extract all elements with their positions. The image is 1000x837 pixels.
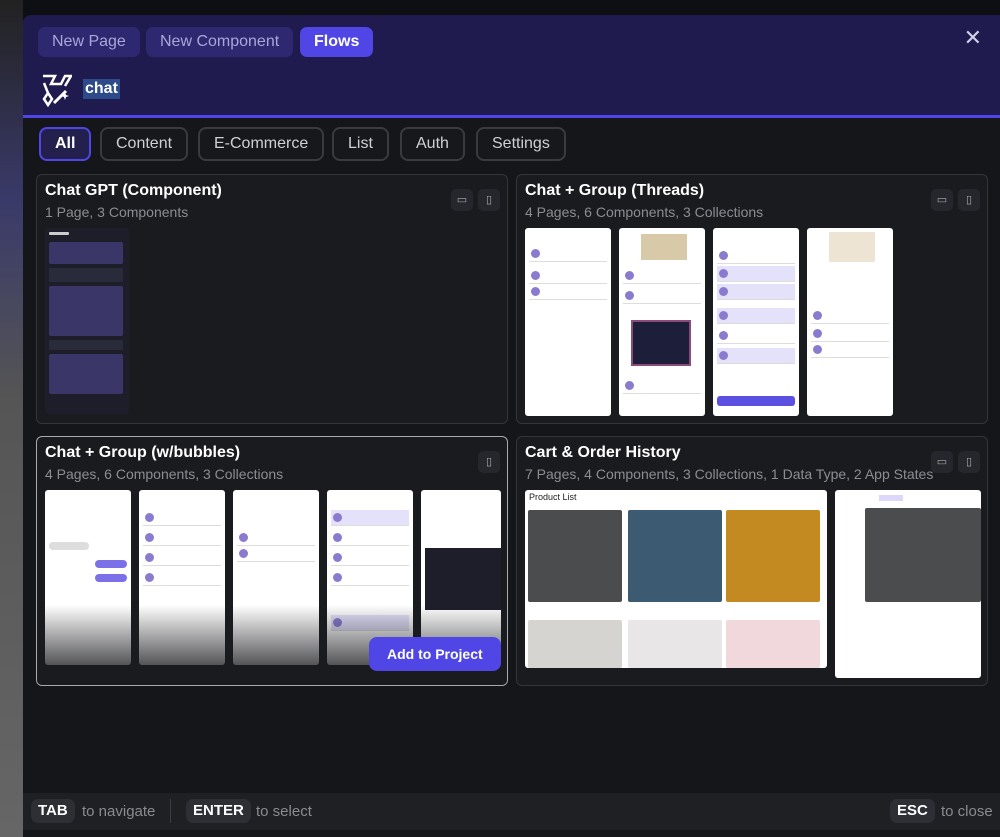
card-subtitle: 4 Pages, 6 Components, 3 Collections [45, 466, 284, 482]
card-title: Cart & Order History [525, 444, 681, 461]
flows-magic-icon [42, 74, 72, 107]
mobile-icon[interactable]: ▯ [478, 451, 500, 473]
card-title: Chat + Group (w/bubbles) [45, 444, 241, 461]
tab-key: TAB [31, 799, 75, 823]
card-title: Chat GPT (Component) [45, 182, 222, 199]
background-app [0, 0, 23, 837]
flow-card[interactable]: Cart & Order History 7 Pages, 4 Componen… [516, 436, 988, 686]
modal-header: New Page New Component Flows ✕ chat [23, 15, 1000, 118]
desktop-icon[interactable]: ▭ [451, 189, 473, 211]
tab-new-component[interactable]: New Component [146, 27, 294, 57]
preview-thumbnail [619, 228, 705, 416]
tab-hint: to navigate [82, 803, 156, 820]
flow-card[interactable]: Chat + Group (w/bubbles) 4 Pages, 6 Comp… [36, 436, 508, 686]
flow-card[interactable]: Chat + Group (Threads) 4 Pages, 6 Compon… [516, 174, 988, 424]
filter-content[interactable]: Content [100, 127, 189, 161]
keyboard-hints-bar: TAB to navigate ENTER to select ESC to c… [23, 793, 1000, 830]
preview-thumbnail [807, 228, 893, 416]
mobile-icon[interactable]: ▯ [958, 189, 980, 211]
card-title: Chat + Group (Threads) [525, 182, 705, 199]
enter-key: ENTER [186, 799, 251, 823]
filter-e-commerce[interactable]: E-Commerce [198, 127, 325, 161]
card-subtitle: 4 Pages, 6 Components, 3 Collections [525, 204, 764, 220]
filter-settings[interactable]: Settings [476, 127, 566, 161]
card-subtitle: 7 Pages, 4 Components, 3 Collections, 1 … [525, 466, 934, 482]
preview-title: Product List [529, 492, 577, 502]
close-icon[interactable]: ✕ [964, 25, 982, 51]
esc-key: ESC [890, 799, 935, 823]
mobile-icon[interactable]: ▯ [958, 451, 980, 473]
filter-all[interactable]: All [39, 127, 92, 161]
preview-thumbnail [525, 228, 611, 416]
preview-thumbnail [45, 228, 129, 414]
tab-flows[interactable]: Flows [300, 27, 374, 57]
mobile-icon[interactable]: ▯ [478, 189, 500, 211]
flow-card[interactable]: Chat GPT (Component) 1 Page, 3 Component… [36, 174, 508, 424]
add-to-project-button[interactable]: Add to Project [369, 637, 501, 671]
preview-thumbnail [713, 228, 799, 416]
search-input[interactable]: chat [83, 79, 120, 99]
preview-thumbnail [835, 490, 981, 678]
tab-new-page[interactable]: New Page [38, 27, 140, 57]
desktop-icon[interactable]: ▭ [931, 189, 953, 211]
esc-hint: to close [941, 803, 993, 820]
preview-thumbnail: Product List [525, 490, 827, 668]
flows-modal: New Page New Component Flows ✕ chat All … [23, 15, 1000, 837]
card-subtitle: 1 Page, 3 Components [45, 204, 189, 220]
desktop-icon[interactable]: ▭ [931, 451, 953, 473]
enter-hint: to select [256, 803, 312, 820]
filter-list[interactable]: List [332, 127, 389, 161]
divider [170, 799, 171, 823]
filter-auth[interactable]: Auth [400, 127, 465, 161]
